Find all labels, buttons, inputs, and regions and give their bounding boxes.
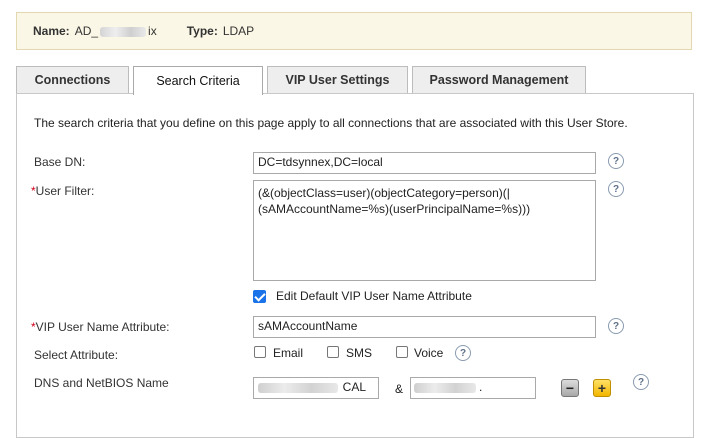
base-dn-help-icon[interactable]: ? <box>608 153 624 169</box>
dns-value-suffix: CAL <box>342 380 366 394</box>
edit-default-label: Edit Default VIP User Name Attribute <box>276 289 472 303</box>
select-attr-label: Select Attribute: <box>34 348 119 362</box>
redacted-name <box>100 26 147 37</box>
dns-netbios-label: DNS and NetBIOS Name <box>34 376 169 390</box>
tab-password-management[interactable]: Password Management <box>412 66 586 93</box>
tab-search-criteria[interactable]: Search Criteria <box>133 66 263 95</box>
name-prefix: AD_ <box>74 24 99 38</box>
type-label: Type: <box>186 24 218 38</box>
redacted-dns-name <box>258 383 338 393</box>
base-dn-input[interactable]: DC=tdsynnex,DC=local <box>253 152 596 174</box>
name-value: AD_ ix <box>75 24 157 38</box>
select-attr-help-icon[interactable]: ? <box>455 345 471 361</box>
vip-attr-label: *VIP User Name Attribute: <box>31 320 170 334</box>
email-label: Email <box>273 346 304 360</box>
tab-vip-user-settings[interactable]: VIP User Settings <box>267 66 408 93</box>
user-filter-help-icon[interactable]: ? <box>608 181 624 197</box>
dns-separator: & <box>395 382 404 396</box>
user-filter-label: *User Filter: <box>31 184 94 198</box>
add-row-button[interactable]: + <box>593 379 611 397</box>
voice-checkbox[interactable] <box>396 346 408 358</box>
edit-default-checkbox[interactable] <box>253 290 266 303</box>
dns-help-icon[interactable]: ? <box>633 374 649 390</box>
type-value: LDAP <box>222 24 255 38</box>
base-dn-label: Base DN: <box>34 155 86 169</box>
email-checkbox[interactable] <box>254 346 266 358</box>
tab-connections[interactable]: Connections <box>16 66 129 93</box>
user-filter-textarea[interactable]: (&(objectClass=user)(objectCategory=pers… <box>253 180 596 281</box>
page-description: The search criteria that you define on t… <box>34 116 628 130</box>
voice-label: Voice <box>414 346 444 360</box>
vip-attr-label-text: VIP User Name Attribute: <box>35 320 170 334</box>
redacted-netbios-name <box>414 383 476 393</box>
netbios-value-suffix: . <box>479 380 483 394</box>
name-label: Name: <box>33 24 70 38</box>
sms-checkbox[interactable] <box>327 346 339 358</box>
user-store-info-bar: Name: AD_ ix Type: LDAP <box>16 12 692 50</box>
vip-attr-input[interactable]: sAMAccountName <box>253 316 596 338</box>
user-filter-label-text: User Filter: <box>35 184 95 198</box>
vip-attr-help-icon[interactable]: ? <box>608 318 624 334</box>
name-suffix: ix <box>148 24 157 38</box>
remove-row-button[interactable]: − <box>561 379 579 397</box>
sms-label: SMS <box>346 346 373 360</box>
